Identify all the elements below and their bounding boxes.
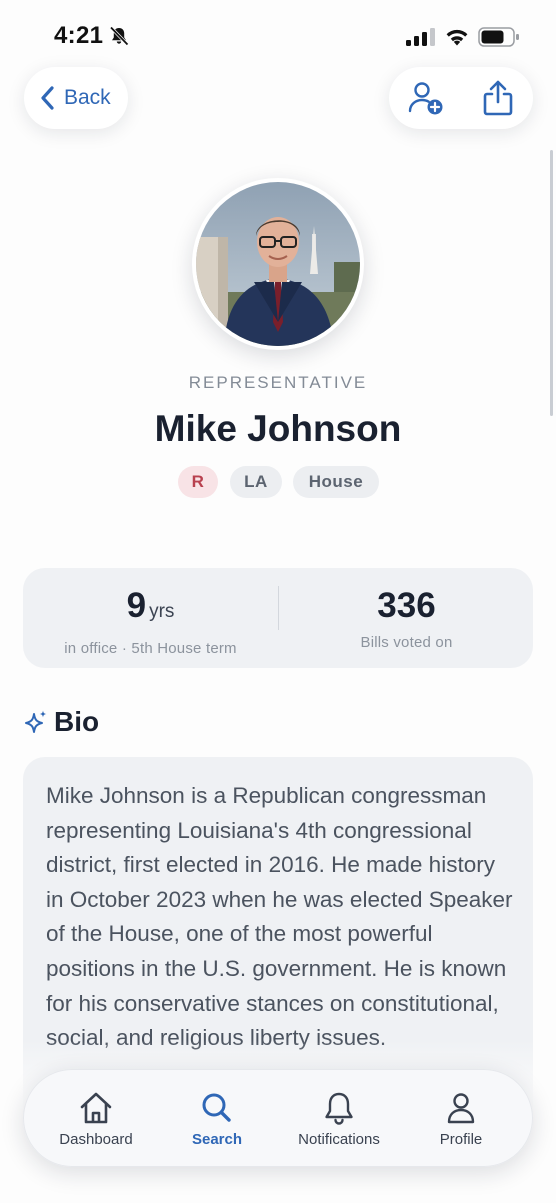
tab-notifications[interactable]: Notifications [275, 1090, 403, 1148]
bio-text: Mike Johnson is a Republican congressman… [46, 783, 513, 1051]
add-person-icon[interactable] [407, 80, 445, 116]
bills-stat: 336 Bills voted on [279, 586, 534, 651]
sparkle-icon [25, 710, 47, 733]
avatar [192, 178, 364, 350]
person-icon [447, 1093, 475, 1124]
chevron-left-icon [41, 86, 54, 110]
status-time: 4:21 [54, 22, 104, 49]
tab-bar: Dashboard Search Notifications Profile [23, 1069, 533, 1167]
signal-icon [406, 28, 435, 46]
tab-dashboard-label: Dashboard [59, 1131, 133, 1148]
tenure-value-line: 9 yrs [23, 586, 278, 632]
tenure-value: 9 [126, 586, 147, 625]
home-icon [80, 1092, 112, 1124]
tab-dashboard[interactable]: Dashboard [32, 1090, 160, 1148]
bell-icon [325, 1092, 353, 1125]
chamber-badge: House [293, 466, 379, 498]
tab-notifications-label: Notifications [298, 1131, 380, 1148]
member-photo [196, 182, 360, 346]
tab-search[interactable]: Search [153, 1090, 281, 1148]
bell-muted-icon [109, 26, 129, 46]
role-label: REPRESENTATIVE [188, 373, 368, 392]
tab-profile-label: Profile [439, 1131, 483, 1148]
header-actions [389, 67, 533, 129]
status-bar: 4:21 [0, 0, 556, 74]
bio-title: Bio [54, 706, 100, 737]
back-label: Back [64, 86, 111, 109]
tenure-stat: 9 yrs in office · 5th House term [23, 586, 278, 657]
member-tags: R LA House [0, 466, 556, 498]
person-name: Mike Johnson [154, 408, 402, 449]
stats-card: 9 yrs in office · 5th House term 336 Bill… [23, 568, 533, 668]
search-icon [202, 1093, 231, 1122]
share-icon[interactable] [481, 79, 515, 117]
tenure-unit: yrs [149, 601, 175, 622]
state-badge: LA [230, 466, 282, 498]
back-button[interactable]: Back [24, 67, 128, 129]
battery-icon [478, 27, 519, 47]
tab-search-label: Search [191, 1131, 243, 1148]
bills-value: 336 [377, 586, 436, 625]
tab-profile[interactable]: Profile [397, 1090, 525, 1148]
bills-caption: Bills voted on [360, 634, 453, 651]
bio-header: Bio [24, 704, 99, 740]
party-badge: R [178, 466, 218, 498]
tenure-caption: in office · 5th House term [64, 640, 237, 657]
wifi-icon [446, 29, 468, 46]
